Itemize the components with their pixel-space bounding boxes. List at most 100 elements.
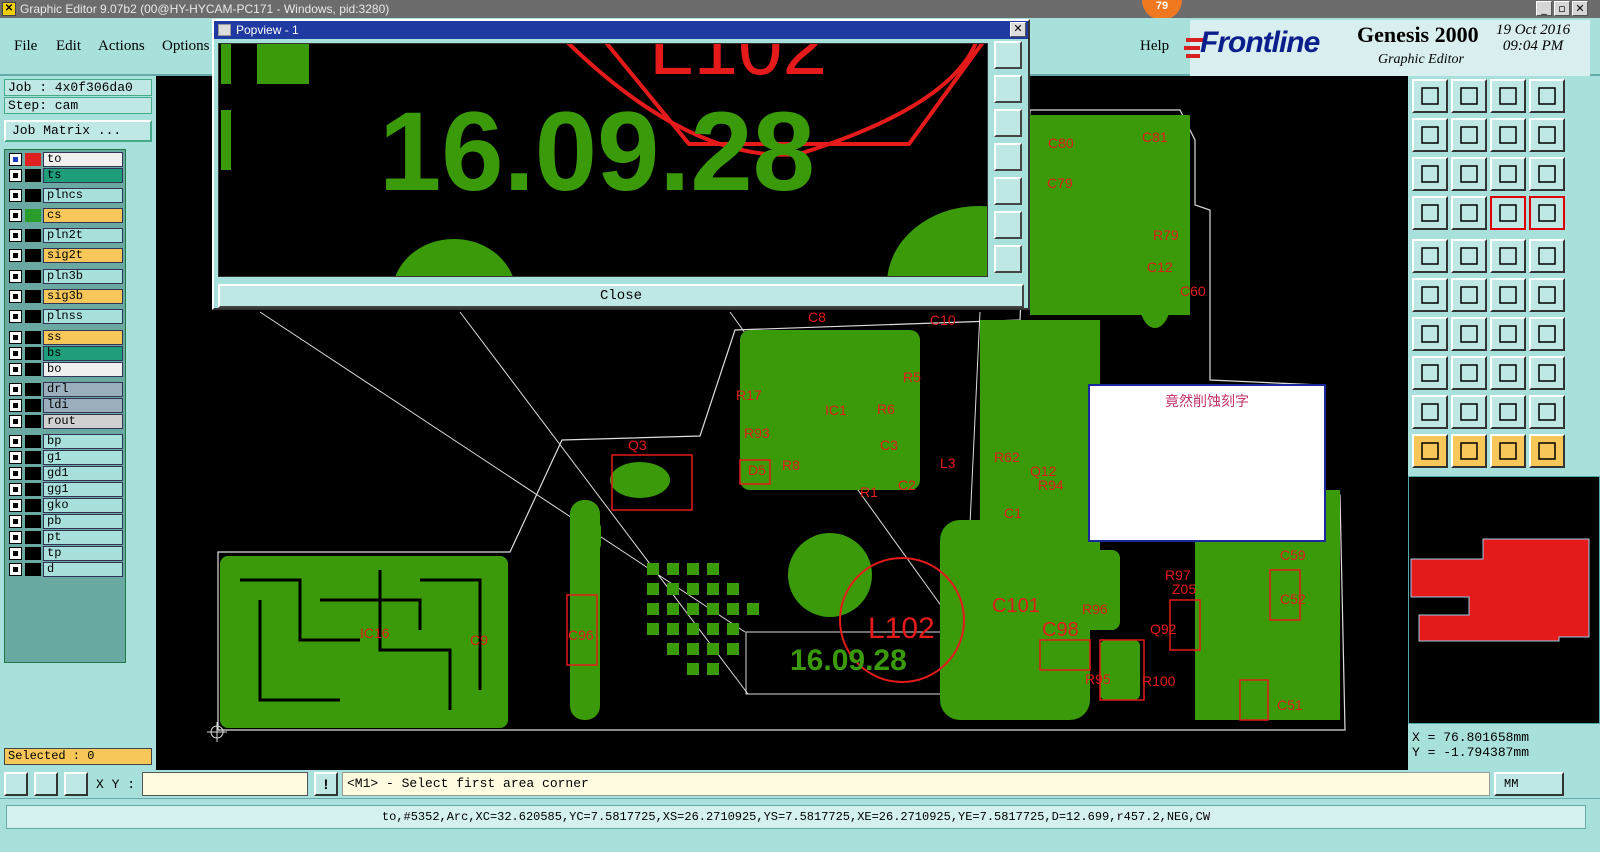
layer-checkbox[interactable] bbox=[9, 169, 22, 182]
layer-name[interactable]: rout bbox=[43, 414, 123, 429]
layer-name[interactable]: pln3b bbox=[43, 269, 123, 284]
triangle-4-icon[interactable] bbox=[1529, 395, 1565, 429]
layer-checkbox[interactable] bbox=[9, 383, 22, 396]
layers-red-icon[interactable] bbox=[1490, 196, 1526, 230]
snap-icon[interactable] bbox=[1529, 118, 1565, 152]
layer-row-gko[interactable]: gko bbox=[7, 498, 123, 513]
grid-icon[interactable] bbox=[1451, 196, 1487, 230]
home-icon[interactable] bbox=[1490, 79, 1526, 113]
layer-name[interactable]: gko bbox=[43, 498, 123, 513]
layer-checkbox[interactable] bbox=[9, 290, 22, 303]
add-pad-icon[interactable] bbox=[1412, 356, 1448, 390]
layer-checkbox[interactable] bbox=[9, 249, 22, 262]
menu-options[interactable]: Options bbox=[162, 38, 210, 55]
close-window-button[interactable]: ✕ bbox=[1572, 1, 1588, 16]
point-red-icon[interactable] bbox=[1490, 278, 1526, 312]
layer-checkbox[interactable] bbox=[9, 153, 22, 166]
layer-checkbox[interactable] bbox=[9, 415, 22, 428]
open-icon[interactable] bbox=[1412, 79, 1448, 113]
layer-row-ts[interactable]: ts bbox=[7, 168, 123, 183]
connect-icon[interactable] bbox=[1412, 278, 1448, 312]
snap-icon[interactable] bbox=[4, 772, 28, 796]
units-select[interactable]: MM bbox=[1494, 772, 1564, 796]
line-icon[interactable] bbox=[1412, 317, 1448, 351]
layer-checkbox[interactable] bbox=[9, 399, 22, 412]
pad-icon[interactable] bbox=[1529, 239, 1565, 273]
layer-row-drl[interactable]: drl bbox=[7, 382, 123, 397]
layer-checkbox[interactable] bbox=[9, 515, 22, 528]
popview-fit-icon[interactable] bbox=[994, 245, 1022, 273]
layer-row-pln3b[interactable]: pln3b bbox=[7, 269, 123, 284]
layer-checkbox[interactable] bbox=[9, 435, 22, 448]
layer-row-pt[interactable]: pt bbox=[7, 530, 123, 545]
cursor-2-icon[interactable] bbox=[1451, 434, 1487, 468]
layer-row-to[interactable]: to bbox=[7, 152, 123, 167]
layer-checkbox[interactable] bbox=[9, 531, 22, 544]
layer-row-plnss[interactable]: plnss bbox=[7, 309, 123, 324]
cross-icon[interactable] bbox=[1451, 278, 1487, 312]
triangle-icon[interactable] bbox=[1412, 395, 1448, 429]
scale-icon[interactable] bbox=[1490, 157, 1526, 191]
layer-name[interactable]: gg1 bbox=[43, 482, 123, 497]
cursor-3-icon[interactable] bbox=[1490, 434, 1526, 468]
list-icon[interactable] bbox=[1529, 79, 1565, 113]
measure-icon[interactable] bbox=[34, 772, 58, 796]
maximize-button[interactable]: ▫ bbox=[1554, 1, 1570, 16]
popview-canvas[interactable]: L102 16.09.28 bbox=[218, 43, 988, 277]
grid-icon[interactable] bbox=[64, 772, 88, 796]
layer-name[interactable]: ldi bbox=[43, 398, 123, 413]
save-icon[interactable] bbox=[1451, 79, 1487, 113]
transform-icon[interactable] bbox=[1490, 118, 1526, 152]
layers-red-2-icon[interactable] bbox=[1529, 196, 1565, 230]
popview-zoom-icon[interactable] bbox=[994, 41, 1022, 69]
layer-name[interactable]: bo bbox=[43, 362, 123, 377]
layer-name[interactable]: plnss bbox=[43, 309, 123, 324]
layer-checkbox[interactable] bbox=[9, 563, 22, 576]
popview-close-button[interactable]: Close bbox=[218, 284, 1024, 308]
menu-edit[interactable]: Edit bbox=[56, 38, 81, 55]
rotate-icon[interactable] bbox=[1490, 317, 1526, 351]
layer-row-ldi[interactable]: ldi bbox=[7, 398, 123, 413]
layer-name[interactable]: bp bbox=[43, 434, 123, 449]
layer-checkbox[interactable] bbox=[9, 310, 22, 323]
layer-checkbox[interactable] bbox=[9, 483, 22, 496]
layer-checkbox[interactable] bbox=[9, 331, 22, 344]
layer-checkbox[interactable] bbox=[9, 347, 22, 360]
select-icon[interactable] bbox=[1412, 239, 1448, 273]
arrow-box-icon[interactable] bbox=[1490, 356, 1526, 390]
layer-name[interactable]: cs bbox=[43, 208, 123, 223]
move-right-icon[interactable] bbox=[1451, 118, 1487, 152]
cursor-4-icon[interactable] bbox=[1529, 434, 1565, 468]
cursor-icon[interactable] bbox=[1412, 434, 1448, 468]
layer-name[interactable]: ss bbox=[43, 330, 123, 345]
menu-help[interactable]: Help bbox=[1140, 38, 1169, 55]
xy-input[interactable] bbox=[142, 772, 308, 796]
layer-checkbox[interactable] bbox=[9, 467, 22, 480]
layer-checkbox[interactable] bbox=[9, 363, 22, 376]
layer-checkbox[interactable] bbox=[9, 547, 22, 560]
layer-row-bp[interactable]: bp bbox=[7, 434, 123, 449]
popview-pan-left-icon[interactable] bbox=[994, 143, 1022, 171]
layer-name[interactable]: pb bbox=[43, 514, 123, 529]
annotation-note[interactable]: 竟然削蚀刻字 bbox=[1088, 384, 1326, 542]
triangle-2-icon[interactable] bbox=[1451, 395, 1487, 429]
layer-row-gg1[interactable]: gg1 bbox=[7, 482, 123, 497]
popview-pan-down-icon[interactable] bbox=[994, 109, 1022, 137]
add-line-icon[interactable] bbox=[1451, 356, 1487, 390]
layer-checkbox[interactable] bbox=[9, 270, 22, 283]
menu-file[interactable]: File bbox=[14, 38, 37, 55]
menu-actions[interactable]: Actions bbox=[98, 38, 145, 55]
popview-pan-up-icon[interactable] bbox=[994, 75, 1022, 103]
layer-row-plncs[interactable]: plncs bbox=[7, 188, 123, 203]
triangle-3-icon[interactable] bbox=[1490, 395, 1526, 429]
group-icon[interactable] bbox=[1529, 356, 1565, 390]
layer-name[interactable]: plncs bbox=[43, 188, 123, 203]
layer-name[interactable]: ts bbox=[43, 168, 123, 183]
layer-checkbox[interactable] bbox=[9, 189, 22, 202]
layer-name[interactable]: gd1 bbox=[43, 466, 123, 481]
popview-close-icon[interactable]: ✕ bbox=[1010, 22, 1026, 37]
layer-name[interactable]: pln2t bbox=[43, 228, 123, 243]
layer-row-pln2t[interactable]: pln2t bbox=[7, 228, 123, 243]
slash-icon[interactable] bbox=[1451, 317, 1487, 351]
job-matrix-button[interactable]: Job Matrix ... bbox=[4, 120, 152, 142]
